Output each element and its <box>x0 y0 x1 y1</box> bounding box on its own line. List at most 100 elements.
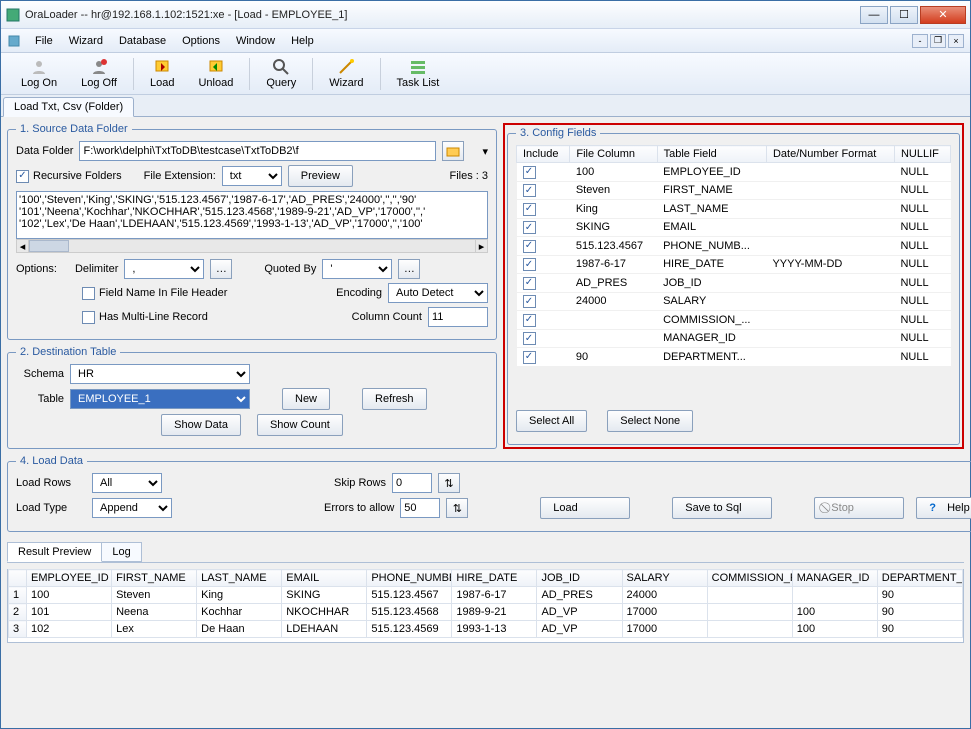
result-row[interactable]: 3102LexDe HaanLDEHAAN515.123.45691993-1-… <box>9 621 963 638</box>
cfg-row[interactable]: 515.123.4567PHONE_NUMB...NULL <box>517 237 951 256</box>
menu-database[interactable]: Database <box>111 32 174 50</box>
delimiter-more-button[interactable]: … <box>210 259 232 279</box>
close-button[interactable]: ✕ <box>920 6 966 24</box>
cfg-row[interactable]: 1987-6-17HIRE_DATEYYYY-MM-DDNULL <box>517 255 951 274</box>
cfg-header[interactable]: File Column <box>570 146 657 163</box>
result-header[interactable]: HIRE_DATE <box>452 570 537 587</box>
mdi-close[interactable]: × <box>948 34 964 48</box>
cfg-row[interactable]: StevenFIRST_NAMENULL <box>517 181 951 200</box>
encoding-select[interactable]: Auto Detect <box>388 283 488 303</box>
include-checkbox[interactable] <box>523 314 536 327</box>
mdi-restore[interactable]: ❐ <box>930 34 946 48</box>
panel-source-folder: 1. Source Data Folder Data Folder ▾ Recu… <box>7 123 497 340</box>
cfg-row[interactable]: 24000SALARYNULL <box>517 292 951 311</box>
include-checkbox[interactable] <box>523 166 536 179</box>
cfg-header[interactable]: Date/Number Format <box>766 146 894 163</box>
tool-query[interactable]: Query <box>254 58 308 89</box>
result-header[interactable]: EMPLOYEE_ID <box>27 570 112 587</box>
result-header[interactable]: FIRST_NAME <box>112 570 197 587</box>
cfg-row[interactable]: AD_PRESJOB_IDNULL <box>517 274 951 293</box>
help-button[interactable]: ? Help <box>916 497 971 519</box>
sample-data-textarea[interactable]: '100','Steven','King','SKING','515.123.4… <box>16 191 488 239</box>
menu-window[interactable]: Window <box>228 32 283 50</box>
cfg-header[interactable]: Include <box>517 146 570 163</box>
save-sql-button[interactable]: Save to Sql <box>672 497 772 519</box>
menu-file[interactable]: File <box>27 32 61 50</box>
tool-load[interactable]: Load <box>138 58 186 89</box>
tab-log[interactable]: Log <box>101 542 141 562</box>
show-data-button[interactable]: Show Data <box>161 414 241 436</box>
skip-rows-spinner[interactable]: ⇅ <box>438 473 460 493</box>
new-table-button[interactable]: New <box>282 388 330 410</box>
dropdown-arrow-icon[interactable]: ▾ <box>482 145 488 158</box>
menu-wizard[interactable]: Wizard <box>61 32 111 50</box>
errors-spinner[interactable]: ⇅ <box>446 498 468 518</box>
colcount-input[interactable] <box>428 307 488 327</box>
preview-button[interactable]: Preview <box>288 165 353 187</box>
include-checkbox[interactable] <box>523 351 536 364</box>
cfg-row[interactable]: 100EMPLOYEE_IDNULL <box>517 163 951 182</box>
result-header[interactable]: MANAGER_ID <box>792 570 877 587</box>
data-folder-input[interactable] <box>79 141 436 161</box>
menu-help[interactable]: Help <box>283 32 322 50</box>
result-header[interactable]: LAST_NAME <box>197 570 282 587</box>
result-row[interactable]: 1100StevenKingSKING515.123.45671987-6-17… <box>9 587 963 604</box>
result-header[interactable] <box>9 570 27 587</box>
tool-logon[interactable]: Log On <box>9 58 69 89</box>
file-ext-select[interactable]: txt <box>222 166 282 186</box>
result-header[interactable]: DEPARTMENT_II <box>877 570 962 587</box>
tool-wizard[interactable]: Wizard <box>317 58 375 89</box>
menu-options[interactable]: Options <box>174 32 228 50</box>
quoted-by-select[interactable]: ' <box>322 259 392 279</box>
errors-input[interactable] <box>400 498 440 518</box>
cfg-row[interactable]: MANAGER_IDNULL <box>517 329 951 348</box>
include-checkbox[interactable] <box>523 258 536 271</box>
tool-tasklist[interactable]: Task List <box>385 58 452 89</box>
include-checkbox[interactable] <box>523 221 536 234</box>
tab-result-preview[interactable]: Result Preview <box>7 542 102 562</box>
result-header[interactable]: SALARY <box>622 570 707 587</box>
quoted-more-button[interactable]: … <box>398 259 420 279</box>
result-header[interactable]: EMAIL <box>282 570 367 587</box>
cfg-row[interactable]: SKINGEMAILNULL <box>517 218 951 237</box>
include-checkbox[interactable] <box>523 203 536 216</box>
window-title: OraLoader -- hr@192.168.1.102:1521:xe - … <box>25 9 860 21</box>
result-header[interactable]: PHONE_NUMBER <box>367 570 452 587</box>
include-checkbox[interactable] <box>523 295 536 308</box>
include-checkbox[interactable] <box>523 332 536 345</box>
result-header[interactable]: COMMISSION_PCT <box>707 570 792 587</box>
include-checkbox[interactable] <box>523 277 536 290</box>
show-count-button[interactable]: Show Count <box>257 414 343 436</box>
stop-button[interactable]: ⃠Stop <box>814 497 904 519</box>
browse-folder-button[interactable] <box>442 141 464 161</box>
include-checkbox[interactable] <box>523 184 536 197</box>
tool-logoff[interactable]: Log Off <box>69 58 129 89</box>
field-header-checkbox[interactable]: Field Name In File Header <box>82 287 227 300</box>
cfg-header[interactable]: NULLIF <box>894 146 950 163</box>
delimiter-select[interactable]: , <box>124 259 204 279</box>
cfg-row[interactable]: COMMISSION_...NULL <box>517 311 951 330</box>
load-type-select[interactable]: Append <box>92 498 172 518</box>
refresh-button[interactable]: Refresh <box>362 388 427 410</box>
schema-select[interactable]: HR <box>70 364 250 384</box>
table-select[interactable]: EMPLOYEE_1 <box>70 389 250 409</box>
cfg-row[interactable]: KingLAST_NAMENULL <box>517 200 951 219</box>
skip-rows-input[interactable] <box>392 473 432 493</box>
cfg-row[interactable]: 90DEPARTMENT...NULL <box>517 348 951 367</box>
load-button[interactable]: Load <box>540 497 630 519</box>
result-row[interactable]: 2101NeenaKochharNKOCHHAR515.123.45681989… <box>9 604 963 621</box>
result-header[interactable]: JOB_ID <box>537 570 622 587</box>
select-all-button[interactable]: Select All <box>516 410 587 432</box>
include-checkbox[interactable] <box>523 240 536 253</box>
tab-load-txt-csv[interactable]: Load Txt, Csv (Folder) <box>3 97 134 117</box>
maximize-button[interactable]: ☐ <box>890 6 918 24</box>
multiline-checkbox[interactable]: Has Multi-Line Record <box>82 311 208 324</box>
select-none-button[interactable]: Select None <box>607 410 693 432</box>
cfg-header[interactable]: Table Field <box>657 146 766 163</box>
recursive-checkbox[interactable]: Recursive Folders <box>16 170 122 183</box>
tool-unload[interactable]: Unload <box>186 58 245 89</box>
mdi-minimize[interactable]: - <box>912 34 928 48</box>
load-rows-select[interactable]: All <box>92 473 162 493</box>
sample-scroll[interactable]: ◂▸ <box>16 239 488 253</box>
minimize-button[interactable]: — <box>860 6 888 24</box>
